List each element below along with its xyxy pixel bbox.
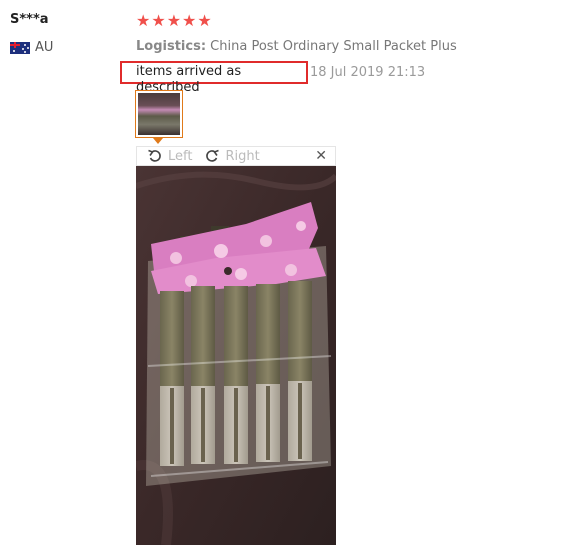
review-row: items arrived as described 18 Jul 2019 2…	[120, 61, 426, 95]
rotate-left-button[interactable]: Left	[147, 149, 192, 164]
country-code: AU	[35, 40, 54, 55]
reviewer-name: S***a	[10, 12, 49, 27]
rotate-right-button[interactable]: Right	[204, 148, 260, 164]
review-photo	[136, 166, 336, 545]
star-rating: ★ ★ ★ ★ ★	[136, 13, 212, 29]
photo-thumbnail[interactable]	[135, 90, 183, 138]
rotate-left-icon	[148, 149, 161, 162]
star-icon: ★	[182, 11, 197, 30]
image-viewer-toolbar: Left Right ✕	[136, 146, 336, 166]
review-date: 18 Jul 2019 21:13	[310, 65, 426, 80]
star-icon: ★	[136, 11, 151, 30]
rotate-right-icon	[206, 149, 220, 162]
thumbnail-pointer	[153, 138, 163, 144]
star-icon: ★	[166, 11, 182, 30]
thumbnail-image	[138, 93, 180, 135]
logistics-label: Logistics:	[136, 39, 207, 54]
logistics-info: Logistics: China Post Ordinary Small Pac…	[136, 39, 457, 54]
rotate-left-label: Left	[168, 148, 193, 164]
review-text: items arrived as described	[120, 61, 308, 95]
close-icon[interactable]: ✕	[315, 148, 327, 164]
australia-flag-icon	[10, 41, 30, 54]
reviewer-country: AU	[10, 40, 53, 55]
rotate-right-label: Right	[225, 148, 260, 164]
logistics-value: China Post Ordinary Small Packet Plus	[210, 39, 457, 54]
star-icon: ★	[197, 11, 212, 30]
star-icon: ★	[151, 11, 166, 30]
